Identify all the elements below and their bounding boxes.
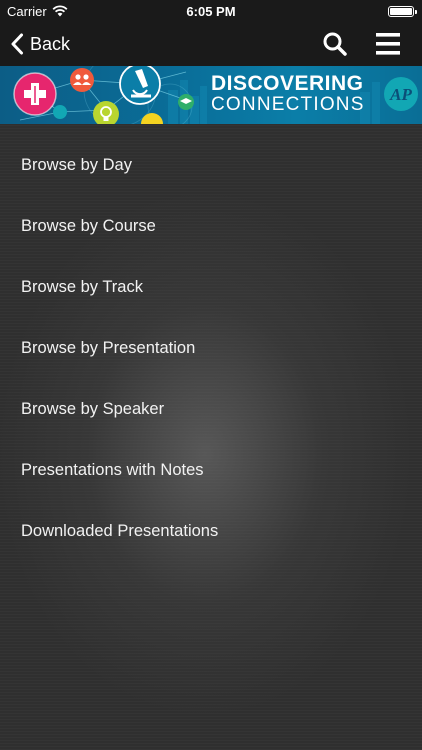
menu-item-downloaded-presentations[interactable]: Downloaded Presentations — [0, 501, 422, 562]
menu-item-browse-by-course[interactable]: Browse by Course — [0, 196, 422, 257]
menu-item-browse-by-speaker[interactable]: Browse by Speaker — [0, 379, 422, 440]
battery-icon — [388, 6, 417, 17]
banner-title: DISCOVERING — [211, 72, 364, 95]
menu-item-label: Presentations with Notes — [21, 461, 204, 479]
teal-node — [53, 105, 67, 119]
menu-item-label: Browse by Presentation — [21, 339, 196, 357]
battery-tip — [415, 10, 417, 14]
menu-item-browse-by-presentation[interactable]: Browse by Presentation — [0, 318, 422, 379]
people-icon — [70, 68, 94, 92]
menu-item-label: Browse by Speaker — [21, 400, 165, 418]
menu-item-presentations-with-notes[interactable]: Presentations with Notes — [0, 440, 422, 501]
browse-menu-list: Browse by Day Browse by Course Browse by… — [0, 135, 422, 562]
menu-button[interactable] — [374, 30, 404, 58]
app-screen: Carrier 6:05 PM Back AP DISCOVERING CONN… — [0, 0, 422, 750]
menu-item-label: Browse by Track — [21, 278, 143, 296]
menu-item-browse-by-day[interactable]: Browse by Day — [0, 135, 422, 196]
status-bar: Carrier 6:05 PM — [0, 0, 422, 22]
search-icon — [323, 32, 347, 56]
chevron-left-icon — [11, 33, 23, 55]
hamburger-menu-icon — [376, 33, 400, 55]
yellow-node — [141, 113, 163, 124]
battery-fill — [390, 8, 412, 15]
discovering-connections-banner: AP DISCOVERING CONNECTIONS — [0, 66, 422, 124]
status-time: 6:05 PM — [186, 3, 236, 19]
lightbulb-icon — [93, 101, 119, 124]
menu-item-label: Browse by Day — [21, 156, 132, 174]
back-button[interactable]: Back — [10, 22, 70, 66]
graduation-cap-icon — [178, 94, 194, 110]
menu-item-browse-by-track[interactable]: Browse by Track — [0, 257, 422, 318]
menu-item-label: Browse by Course — [21, 217, 156, 235]
navigation-bar: Back — [0, 22, 422, 66]
search-button[interactable] — [320, 29, 350, 59]
banner-subtitle: CONNECTIONS — [211, 94, 365, 115]
browse-menu-content: Browse by Day Browse by Course Browse by… — [0, 124, 422, 750]
back-label: Back — [30, 33, 71, 54]
menu-item-label: Downloaded Presentations — [21, 522, 219, 540]
ap-logo-letters: AP — [389, 85, 412, 104]
medical-icon — [13, 72, 57, 116]
ap-logo: AP — [384, 77, 418, 111]
microscope-icon — [119, 66, 161, 105]
